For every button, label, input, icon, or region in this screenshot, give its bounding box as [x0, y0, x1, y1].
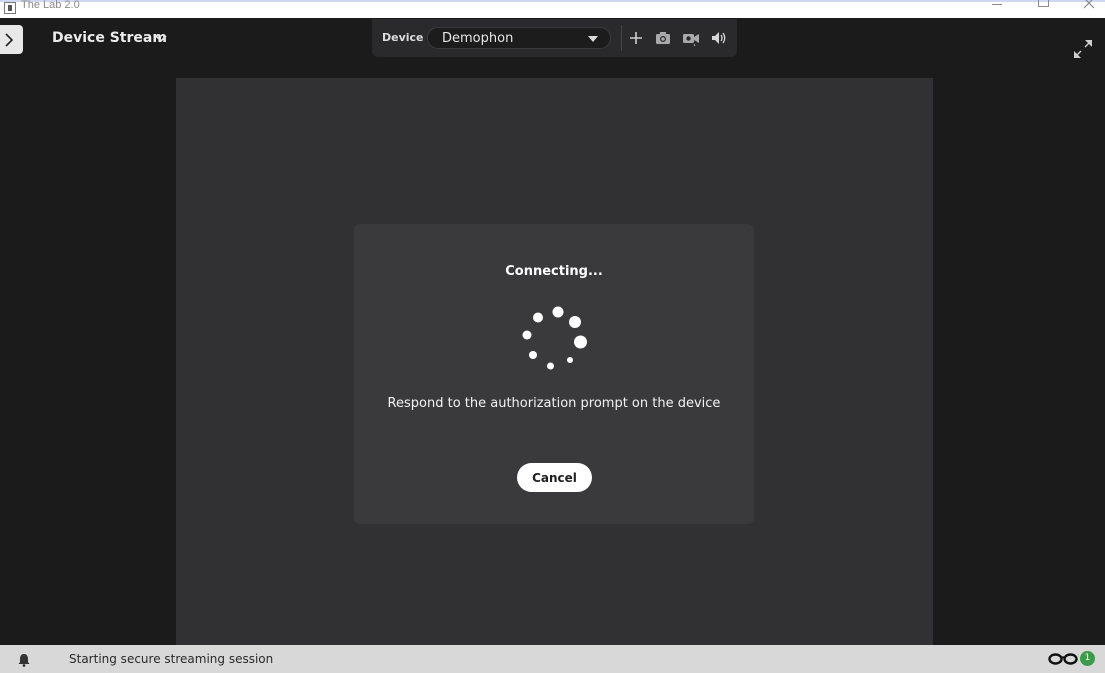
device-select[interactable]: Demophon	[427, 27, 611, 49]
device-toolbar: Device Demophon	[372, 19, 737, 57]
add-icon[interactable]	[627, 29, 645, 47]
app-icon	[4, 2, 16, 14]
caret-down-icon	[588, 36, 598, 42]
cancel-button[interactable]: Cancel	[517, 463, 592, 492]
camera-icon[interactable]	[654, 29, 672, 47]
maximize-button[interactable]	[1020, 0, 1066, 16]
close-button[interactable]	[1066, 0, 1105, 16]
loading-spinner-icon	[522, 306, 587, 370]
notification-count-badge: 1	[1080, 651, 1095, 666]
stream-title-dropdown[interactable]: Device Stream	[52, 30, 167, 46]
bell-icon[interactable]	[17, 653, 31, 667]
window-title-bar: The Lab 2.0	[0, 0, 1105, 18]
status-message: Starting secure streaming session	[69, 652, 274, 666]
toolbar-divider	[621, 25, 622, 51]
chevron-right-icon	[5, 33, 14, 47]
device-select-value: Demophon	[442, 31, 514, 46]
collapse-icon[interactable]	[1072, 38, 1094, 60]
status-bar: Starting secure streaming session 1	[0, 645, 1105, 673]
glasses-icon[interactable]	[1048, 653, 1078, 665]
device-label: Device	[382, 31, 424, 44]
dialog-title: Connecting...	[505, 264, 603, 279]
close-icon	[1083, 0, 1095, 9]
sidebar-toggle-button[interactable]	[0, 25, 23, 54]
chevron-down-icon[interactable]	[155, 35, 167, 43]
window-title: The Lab 2.0	[21, 0, 80, 11]
connecting-dialog: Connecting... Respond to the authorizati…	[354, 224, 754, 524]
volume-icon[interactable]	[710, 29, 728, 47]
dialog-message: Respond to the authorization prompt on t…	[387, 396, 721, 411]
minimize-button[interactable]	[974, 0, 1020, 16]
video-camera-icon[interactable]	[682, 29, 700, 47]
